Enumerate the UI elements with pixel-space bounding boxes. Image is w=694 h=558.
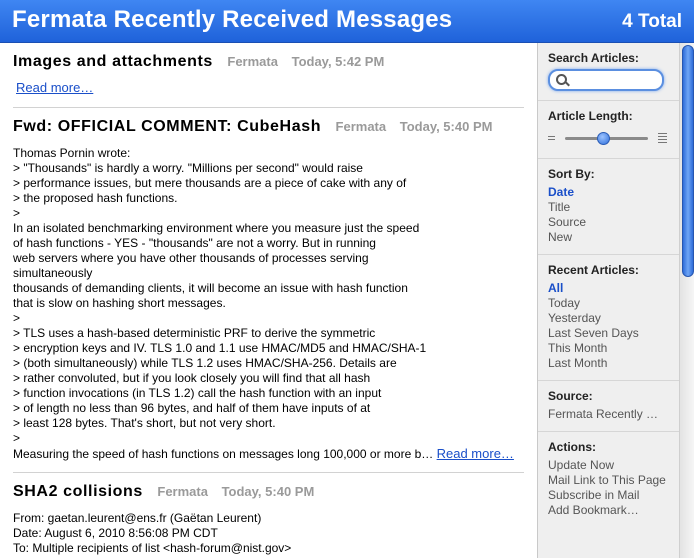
article-body-line: > TLS uses a hash-based deterministic PR… xyxy=(13,326,376,340)
article-time: Today, 5:40 PM xyxy=(221,484,315,499)
length-section: Article Length: xyxy=(538,101,679,159)
recent-option-this-month[interactable]: This Month xyxy=(548,341,669,356)
article-body-line: > encryption keys and IV. TLS 1.0 and 1.… xyxy=(13,341,427,355)
article-body-line: > performance issues, but mere thousands… xyxy=(13,176,407,190)
recent-label: Recent Articles: xyxy=(548,263,639,277)
article-title[interactable]: SHA2 collisions xyxy=(13,483,143,500)
sort-section: Sort By: Date Title Source New xyxy=(538,159,679,255)
short-text-icon xyxy=(548,136,555,142)
article-body-line: Thomas Pornin wrote: xyxy=(13,146,131,160)
article-body-line: > rather convoluted, but if you look clo… xyxy=(13,371,371,385)
source-label: Source: xyxy=(548,389,593,403)
article-title[interactable]: Fwd: OFFICIAL COMMENT: CubeHash xyxy=(13,118,321,135)
article-body-line: Date: August 6, 2010 8:56:08 PM CDT xyxy=(13,526,218,540)
sort-option-title[interactable]: Title xyxy=(548,200,669,215)
article-source: Fermata xyxy=(335,119,387,134)
scrollbar-thumb[interactable] xyxy=(682,45,694,277)
actions-label: Actions: xyxy=(548,440,596,454)
slider-knob[interactable] xyxy=(596,132,610,145)
article-body-line: > the proposed hash functions. xyxy=(13,191,178,205)
recent-option-today[interactable]: Today xyxy=(548,296,669,311)
length-label: Article Length: xyxy=(548,109,633,123)
page-title: Fermata Recently Received Messages xyxy=(12,6,453,33)
article-meta: Fermata Today, 5:42 PM xyxy=(227,54,384,69)
article-header: Fwd: OFFICIAL COMMENT: CubeHash Fermata … xyxy=(13,108,524,136)
sidebar: Search Articles: Article Length: Sort By… xyxy=(538,43,679,558)
article-body-line: > (both simultaneously) while TLS 1.2 us… xyxy=(13,356,397,370)
article-body-line: > of length no less than 96 bytes, and h… xyxy=(13,401,371,415)
length-slider[interactable] xyxy=(548,127,669,149)
search-input[interactable] xyxy=(570,73,656,87)
action-update-now[interactable]: Update Now xyxy=(548,458,669,473)
read-more-link[interactable]: Read more… xyxy=(437,446,514,461)
sort-label: Sort By: xyxy=(548,167,595,181)
article-body-line: In an isolated benchmarking environment … xyxy=(13,221,420,235)
article-body: Thomas Pornin wrote: > "Thousands" is har… xyxy=(13,146,524,446)
article-list[interactable]: Images and attachments Fermata Today, 5:… xyxy=(0,43,537,558)
action-add-bookmark[interactable]: Add Bookmark… xyxy=(548,503,669,518)
article-time: Today, 5:40 PM xyxy=(399,119,493,134)
article-time: Today, 5:42 PM xyxy=(291,54,385,69)
article-meta: Fermata Today, 5:40 PM xyxy=(336,119,493,134)
article-source: Fermata xyxy=(157,484,208,499)
article: Images and attachments Fermata Today, 5:… xyxy=(13,43,524,108)
article-header: SHA2 collisions Fermata Today, 5:40 PM xyxy=(13,473,524,501)
article-body-line: that is slow on hashing short messages. xyxy=(13,296,226,310)
total-count: 4 Total xyxy=(622,11,682,32)
article-header: Images and attachments Fermata Today, 5:… xyxy=(13,43,524,71)
search-field[interactable] xyxy=(548,69,664,91)
article-truncated-text: Measuring the speed of hash functions on… xyxy=(13,447,434,461)
article-body-line: > least 128 bytes. That's short, but not… xyxy=(13,416,276,430)
article: SHA2 collisions Fermata Today, 5:40 PM F… xyxy=(13,473,524,558)
article-source: Fermata xyxy=(227,54,278,69)
scrollbar[interactable] xyxy=(679,43,694,558)
article-body-line: > xyxy=(13,431,21,445)
article-body-line: > xyxy=(13,311,21,325)
article-meta: Fermata Today, 5:40 PM xyxy=(157,484,314,499)
article-body-line: To: Multiple recipients of list <hash-fo… xyxy=(13,541,292,555)
search-section: Search Articles: xyxy=(538,43,679,101)
read-more-link[interactable]: Read more… xyxy=(16,80,93,95)
sort-option-source[interactable]: Source xyxy=(548,215,669,230)
article-body: From: gaetan.leurent@ens.fr (Gaëtan Leur… xyxy=(13,511,524,558)
article-body-line: web servers where you have other thousan… xyxy=(13,251,369,280)
article-last-line: Measuring the speed of hash functions on… xyxy=(13,446,524,462)
source-section: Source: Fermata Recently … xyxy=(538,381,679,432)
article-title[interactable]: Images and attachments xyxy=(13,53,213,70)
article-body-line: thousands of demanding clients, it will … xyxy=(13,281,408,295)
action-mail-link-to-this-page[interactable]: Mail Link to This Page xyxy=(548,473,669,488)
article-body-line: > "Thousands" is hardly a worry. "Millio… xyxy=(13,161,363,175)
action-subscribe-in-mail[interactable]: Subscribe in Mail xyxy=(548,488,669,503)
article-body-line: of hash functions - YES - "thousands" ar… xyxy=(13,236,376,250)
recent-option-all[interactable]: All xyxy=(548,281,669,296)
article: Fwd: OFFICIAL COMMENT: CubeHash Fermata … xyxy=(13,108,524,473)
search-icon xyxy=(556,74,567,85)
actions-section: Actions: Update Now Mail Link to This Pag… xyxy=(538,432,679,527)
sort-option-date[interactable]: Date xyxy=(548,185,669,200)
recent-option-last-seven-days[interactable]: Last Seven Days xyxy=(548,326,669,341)
long-text-icon xyxy=(658,133,667,145)
search-label: Search Articles: xyxy=(548,51,639,65)
article-body-line: From: gaetan.leurent@ens.fr (Gaëtan Leur… xyxy=(13,511,262,525)
article-body-line: > xyxy=(13,206,21,220)
sort-option-new[interactable]: New xyxy=(548,230,669,245)
source-value[interactable]: Fermata Recently … xyxy=(548,407,669,422)
recent-option-yesterday[interactable]: Yesterday xyxy=(548,311,669,326)
recent-section: Recent Articles: All Today Yesterday Last S… xyxy=(538,255,679,381)
header-bar: Fermata Recently Received Messages 4 Tot… xyxy=(0,0,694,43)
recent-option-last-month[interactable]: Last Month xyxy=(548,356,669,371)
article-body-line: > function invocations (in TLS 1.2) call… xyxy=(13,386,382,400)
